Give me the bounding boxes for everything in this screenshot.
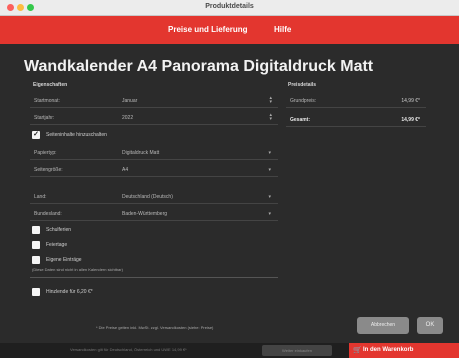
country-row[interactable]: Land: Deutschland (Deutsch) ▾ [30,190,278,204]
start-year-row[interactable]: Startjahr: 2022 ▴ ▾ [30,111,278,125]
total-price-label: Gesamt: [290,117,311,123]
bottom-bar: Versandkosten gilt für Deutschland, Öste… [0,343,459,358]
add-to-cart-button[interactable]: 🛒 In den Warenkorb [349,343,459,358]
country-value[interactable]: Deutschland (Deutsch) [122,194,173,200]
menu-help[interactable]: Hilfe [274,25,291,34]
chevron-down-icon[interactable]: ▾ [268,211,271,217]
base-price-label: Grundpreis: [290,98,317,104]
page-size-row[interactable]: Seitengröße: A4 ▾ [30,163,278,177]
show-holidays-label: Seiteninhalte hinzuschalten [46,132,107,138]
chevron-down-icon[interactable]: ▾ [268,167,271,173]
public-holidays-label: Feiertage [46,242,68,248]
school-holidays-label: Schulferien [46,227,72,233]
base-price-row: Grundpreis: 14,99 €* [286,94,426,108]
start-year-label: Startjahr: [34,115,55,121]
page-size-label: Seitengröße: [34,167,63,173]
cancel-button[interactable]: Abbrechen [357,317,409,334]
checkbox-icon[interactable] [32,226,40,234]
checkbox-checked-icon[interactable]: ✓ [32,131,40,139]
country-label: Land: [34,194,47,200]
visibility-hint: (Diese Daten sind nicht in allen Kalende… [32,267,123,272]
tax-note: * Die Preise gelten inkl. MwSt. zzgl. Ve… [96,325,214,330]
page-size-value[interactable]: A4 [122,167,128,173]
chevron-down-icon[interactable]: ▾ [268,150,271,156]
start-month-value[interactable]: Januar [122,98,137,104]
stepper-icon[interactable]: ▴ ▾ [269,96,272,105]
window-titlebar: Produktdetails [0,0,459,16]
hardcover-label: Hinzlende für 6,20 €* [46,289,93,295]
start-year-value[interactable]: 2022 [122,115,133,121]
paper-type-label: Papiertyp: [34,150,57,156]
state-value[interactable]: Baden-Württemberg [122,211,167,217]
checkbox-icon[interactable] [32,241,40,249]
paper-type-value[interactable]: Digitaldruck Matt [122,150,159,156]
add-to-cart-label: In den Warenkorb [363,347,414,353]
own-entries-label: Eigene Einträge [46,257,82,263]
start-month-label: Startmonat: [34,98,60,104]
window-title: Produktdetails [205,3,254,10]
total-price-row: Gesamt: 14,99 €* [286,113,426,127]
paper-type-row[interactable]: Papiertyp: Digitaldruck Matt ▾ [30,146,278,160]
cart-icon: 🛒 [353,347,362,354]
checkbox-icon[interactable] [32,256,40,264]
ok-button[interactable]: OK [417,317,443,334]
state-row[interactable]: Bundesland: Baden-Württemberg ▾ [30,207,278,221]
start-month-row[interactable]: Startmonat: Januar ▴ ▾ [30,94,278,108]
menu-prices-delivery[interactable]: Preise und Lieferung [168,25,248,34]
divider [30,277,278,278]
prices-heading: Preisdetails [288,82,317,88]
product-title: Wandkalender A4 Panorama Digitaldruck Ma… [24,58,374,75]
continue-shopping-button[interactable]: Weiter einkaufen [262,345,332,356]
checkbox-icon[interactable] [32,288,40,296]
properties-heading: Eigenschaften [33,82,68,88]
stepper-icon[interactable]: ▴ ▾ [269,113,272,122]
chevron-down-icon[interactable]: ▾ [268,194,271,200]
base-price-value: 14,99 €* [401,98,420,104]
state-label: Bundesland: [34,211,62,217]
shipping-info: Versandkosten gilt für Deutschland, Öste… [70,347,187,352]
menu-bar: Preise und Lieferung Hilfe [0,16,459,44]
total-price-value: 14,99 €* [401,117,420,123]
